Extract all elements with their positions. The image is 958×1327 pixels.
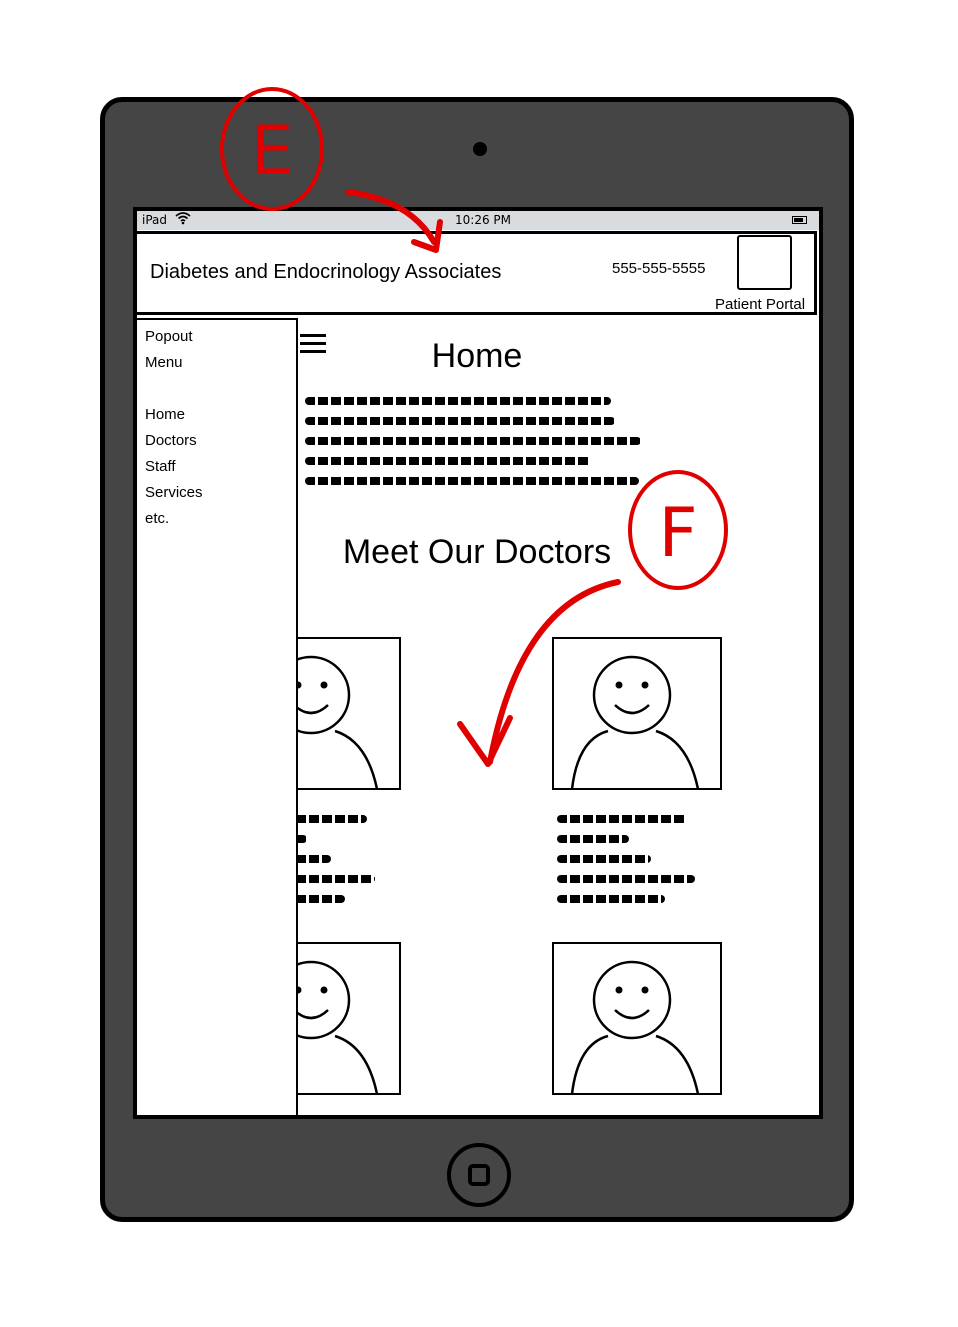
carrier-label: iPad — [142, 213, 168, 227]
page-title: Home — [431, 337, 523, 375]
menu-item-doctors[interactable]: Doctors — [145, 428, 203, 454]
doctor-bio-line — [557, 895, 665, 903]
placeholder-text-line — [305, 437, 641, 445]
phone-number[interactable]: 555-555-5555 — [612, 260, 705, 277]
annotation-f-label: F — [658, 494, 697, 573]
popout-menu: Popout Menu Home Doctors Staff Services … — [137, 318, 298, 1115]
camera-icon — [473, 142, 487, 156]
menu-item-services[interactable]: Services — [145, 480, 203, 506]
doctor-bio-line — [557, 855, 651, 863]
site-title[interactable]: Diabetes and Endocrinology Associates — [150, 261, 501, 284]
doctor-bio-line — [557, 815, 687, 823]
menu-item-etc[interactable]: etc. — [145, 506, 203, 532]
menu-item-home[interactable]: Home — [145, 402, 203, 428]
wifi-icon — [175, 211, 191, 231]
patient-portal-link[interactable]: Patient Portal — [715, 296, 805, 313]
clock: 10:26 PM — [455, 213, 511, 227]
annotation-f: F — [457, 470, 728, 767]
doctor-bio-line — [557, 875, 695, 883]
menu-item-staff[interactable]: Staff — [145, 454, 203, 480]
patient-portal-icon[interactable] — [737, 235, 792, 290]
annotation-e-label: E — [251, 112, 294, 191]
placeholder-text-line — [305, 417, 615, 425]
battery-icon — [792, 216, 807, 224]
device-home-button[interactable] — [447, 1143, 511, 1207]
doctor-bio-line — [557, 835, 629, 843]
placeholder-text-line — [305, 397, 611, 405]
annotation-e: E — [220, 87, 443, 253]
doctor-photo-placeholder[interactable] — [552, 942, 722, 1095]
popout-menu-title: Popout Menu — [145, 328, 193, 371]
popout-menu-list: Home Doctors Staff Services etc. — [145, 402, 203, 532]
